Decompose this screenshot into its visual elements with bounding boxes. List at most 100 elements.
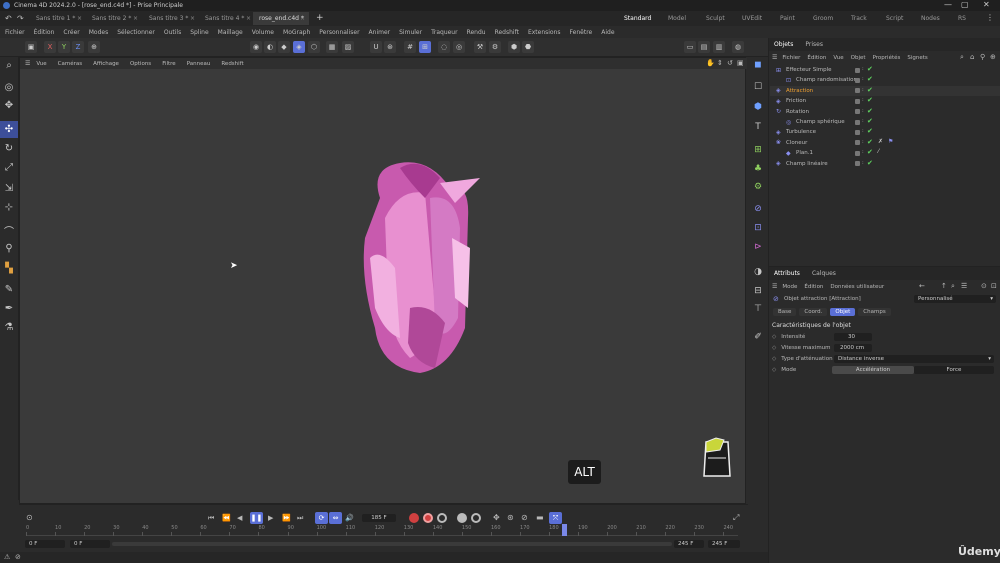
- objects-add-icon[interactable]: ⊕: [990, 53, 996, 61]
- attributes-menu-item[interactable]: Édition: [804, 284, 823, 290]
- enabled-check-icon[interactable]: ✔: [867, 96, 873, 104]
- polygon-mode-icon[interactable]: ◈: [293, 41, 305, 53]
- render-icon[interactable]: ⊤: [750, 301, 766, 317]
- preset-dropdown[interactable]: Personnalisé ▾: [914, 295, 996, 303]
- attributes-menu-icon[interactable]: ☰: [772, 283, 777, 290]
- viewport-zoom-icon[interactable]: ⇕: [717, 59, 723, 67]
- viewport-menu-item[interactable]: Options: [130, 61, 151, 67]
- layout-tab[interactable]: Standard: [624, 15, 651, 22]
- pen-tool-icon[interactable]: ✒: [0, 300, 18, 317]
- layer-swatch[interactable]: [855, 161, 860, 167]
- text-object-icon[interactable]: T: [750, 119, 766, 135]
- menu-item[interactable]: Outils: [164, 29, 181, 38]
- object-item[interactable]: ⊞ Effecteur Simple: [770, 65, 1000, 75]
- undo-icon[interactable]: ↶: [5, 14, 12, 23]
- quantize-icon[interactable]: ⚙: [489, 41, 501, 53]
- enabled-check-icon[interactable]: ✔: [867, 117, 873, 125]
- layer-swatch[interactable]: [855, 109, 860, 115]
- attr-subtab[interactable]: Base: [773, 308, 797, 316]
- viewport-menu-item[interactable]: Caméras: [58, 61, 82, 67]
- layout-tab[interactable]: Groom: [813, 15, 833, 22]
- layer-swatch[interactable]: [855, 67, 860, 73]
- render-picture-viewer-icon[interactable]: ▤: [698, 41, 710, 53]
- knife-tool-icon[interactable]: ⌒: [0, 222, 18, 239]
- next-key-icon[interactable]: ⏩: [282, 514, 291, 522]
- menu-item[interactable]: Édition: [34, 29, 55, 38]
- layer-swatch[interactable]: [855, 98, 860, 104]
- object-item[interactable]: ◆ Plan.1: [770, 148, 1000, 158]
- maximize-icon[interactable]: ▢: [961, 0, 969, 9]
- enabled-check-icon[interactable]: ✔: [867, 75, 873, 83]
- menu-item[interactable]: Créer: [63, 29, 79, 38]
- objects-menu-item[interactable]: Édition: [807, 55, 826, 61]
- preview-range-button[interactable]: ⇔: [329, 512, 342, 524]
- deformer-icon[interactable]: ⚙: [750, 179, 766, 195]
- falloff-dropdown[interactable]: Distance inverse ▾: [834, 355, 994, 363]
- enabled-check-icon[interactable]: ✔: [867, 159, 873, 167]
- current-frame-field[interactable]: 185 F: [362, 514, 396, 522]
- viewport-rotate-icon[interactable]: ↺: [727, 59, 733, 67]
- visibility-dots-icon[interactable]: :: [862, 66, 864, 72]
- keyframe-dot-icon[interactable]: ◇: [772, 334, 776, 340]
- layer-swatch[interactable]: [855, 77, 860, 83]
- key-position-icon[interactable]: [457, 513, 467, 523]
- mode-force-button[interactable]: Force: [914, 366, 994, 374]
- range-slider[interactable]: [112, 542, 672, 546]
- close-icon[interactable]: ✕: [983, 0, 990, 9]
- field-icon[interactable]: ⊘: [750, 201, 766, 217]
- prev-frame-icon[interactable]: ◀: [237, 514, 242, 522]
- layer-swatch[interactable]: [855, 88, 860, 94]
- layout-tab[interactable]: Paint: [780, 15, 795, 22]
- visibility-dots-icon[interactable]: :: [862, 149, 864, 155]
- snap-icon[interactable]: ⊛: [384, 41, 396, 53]
- visibility-dots-icon[interactable]: :: [862, 128, 864, 134]
- object-item[interactable]: ◎ Champ sphérique: [770, 117, 1000, 127]
- render-view-icon[interactable]: ▭: [684, 41, 696, 53]
- layer-swatch[interactable]: [855, 150, 860, 156]
- menu-item[interactable]: Spline: [190, 29, 208, 38]
- model-mode-icon[interactable]: ◉: [250, 41, 262, 53]
- visibility-dots-icon[interactable]: :: [862, 108, 864, 114]
- timeline-settings-icon[interactable]: ⊙: [26, 513, 33, 522]
- view-cube-icon[interactable]: [700, 436, 734, 482]
- enabled-check-icon[interactable]: ✔: [867, 138, 873, 146]
- attr-up-icon[interactable]: ↑: [941, 282, 947, 290]
- isolate-icon[interactable]: ◎: [453, 41, 465, 53]
- visibility-dots-icon[interactable]: :: [862, 160, 864, 166]
- objects-home-icon[interactable]: ⌂: [970, 53, 974, 61]
- next-frame-icon[interactable]: ▶: [268, 514, 273, 522]
- menu-item[interactable]: Simuler: [399, 29, 422, 38]
- magnet-icon[interactable]: U: [370, 41, 382, 53]
- objects-menu-item[interactable]: Propriétés: [873, 55, 901, 61]
- prev-key-icon[interactable]: ⏪: [222, 514, 231, 522]
- light-icon[interactable]: ⊟: [750, 283, 766, 299]
- menu-item[interactable]: Fenêtre: [570, 29, 593, 38]
- objects-search-icon[interactable]: ⌕: [960, 53, 964, 62]
- axis-y-button[interactable]: Y: [58, 41, 70, 53]
- rotate-tool-icon[interactable]: ↻: [0, 140, 18, 157]
- bridge-tool-icon[interactable]: ⚲: [0, 240, 18, 257]
- menu-item[interactable]: Rendu: [467, 29, 486, 38]
- close-tab-icon[interactable]: ×: [77, 15, 82, 22]
- preview-end-field[interactable]: 245 F: [674, 540, 704, 548]
- doc-tab[interactable]: Sans titre 1 * ×: [30, 12, 86, 25]
- loop-button[interactable]: ⟳: [315, 512, 328, 524]
- attr-back-icon[interactable]: ←: [919, 282, 925, 290]
- attr-filter-icon[interactable]: ☰: [961, 282, 967, 290]
- keyframe-dot-icon[interactable]: ◇: [772, 367, 776, 373]
- menu-item[interactable]: Personnaliser: [319, 29, 359, 38]
- objects-tab[interactable]: Prises: [805, 41, 823, 48]
- scale-key-icon[interactable]: ⊛: [507, 513, 514, 522]
- menu-item[interactable]: Animer: [369, 29, 391, 38]
- object-item[interactable]: ◈ Attraction: [770, 85, 1000, 96]
- menu-item[interactable]: Fichier: [5, 29, 25, 38]
- tag-icon[interactable]: ⁄: [878, 148, 879, 155]
- point-mode-icon[interactable]: ◆: [278, 41, 290, 53]
- object-mode-icon[interactable]: ◐: [264, 41, 276, 53]
- object-item[interactable]: ◈ Champ linéaire: [770, 159, 1000, 169]
- close-tab-icon[interactable]: ×: [190, 15, 195, 22]
- enabled-check-icon[interactable]: ✔: [867, 65, 873, 73]
- viewport-menu-item[interactable]: Vue: [36, 61, 46, 67]
- object-item[interactable]: ◈ Friction: [770, 96, 1000, 106]
- axis-z-button[interactable]: Z: [72, 41, 84, 53]
